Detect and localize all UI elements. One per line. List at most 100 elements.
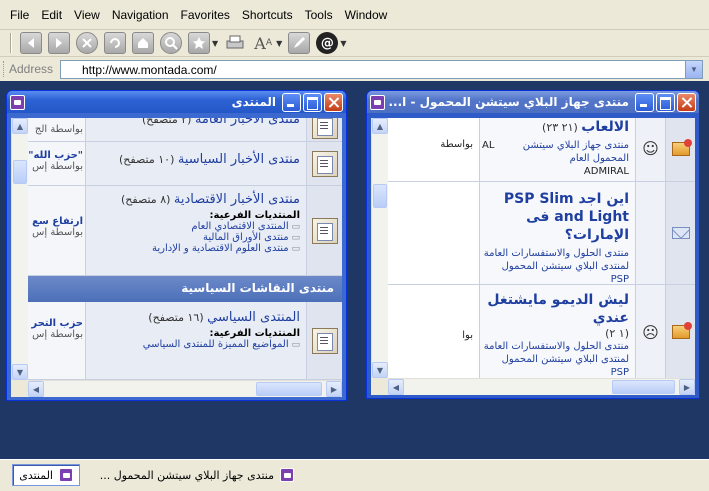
scroll-right-icon[interactable]: ▶ [679, 379, 695, 395]
menu-shortcuts[interactable]: Shortcuts [236, 8, 299, 22]
close-button[interactable] [677, 92, 696, 112]
forum-row[interactable]: ارتفاع سع بواسطة إس منتدى الأخبار الاقتص… [28, 186, 342, 276]
forum-row[interactable]: حزب التحر بواسطة إس المنتدى السياسي (١٦ … [28, 302, 342, 380]
last-post-cell: ارتفاع سع بواسطة إس [28, 186, 86, 275]
taskbar-item-forum[interactable]: المنتدى [12, 464, 80, 486]
maximize-button[interactable] [656, 92, 675, 112]
subforum-link[interactable]: المنتدى الاقتصادي العام [90, 221, 300, 232]
last-post-by: بواسطة الج [34, 124, 83, 135]
scroll-left-icon[interactable]: ◀ [388, 379, 404, 395]
forum-list: بواسطة الج منتدى الأخبار العامة (٢ متصفح… [28, 118, 342, 380]
topic-forum-link[interactable]: AL منتدى جهاز البلاي سيتشن المحمول العام [482, 139, 629, 165]
last-post-cell: بوا [388, 285, 480, 378]
vertical-scrollbar[interactable]: ▲ ▼ [371, 118, 388, 378]
scroll-thumb[interactable] [612, 380, 675, 394]
mail-dropdown-icon[interactable]: ▼ [340, 39, 346, 48]
topic-title[interactable]: الالعاب [581, 119, 629, 135]
taskbar-item-psp-forum[interactable]: منتدى جهاز البلاي سيتشن المحمول ... [90, 464, 300, 486]
topic-pages[interactable]: (١ ٢) [482, 327, 629, 340]
scroll-up-icon[interactable]: ▲ [12, 118, 28, 134]
forum-title[interactable]: منتدى الأخبار السياسية [178, 152, 300, 167]
forum-title[interactable]: منتدى الأخبار الاقتصادية [174, 192, 300, 207]
text-size-icon[interactable]: AA [252, 32, 274, 54]
forum-window-titlebar[interactable]: المنتدى [7, 91, 346, 113]
forum-row[interactable]: "حزب الله" بواسطة إس منتدى الأخبار السيا… [28, 142, 342, 186]
forum-icon [311, 150, 338, 177]
topic-info-cell: اين اجد PSP Slim and Light فى الإمارات؟ … [480, 182, 635, 284]
subforum-link[interactable]: منتدى الأوراق المالية [90, 232, 300, 243]
subforum-link[interactable]: المواضيع المميزة للمنتدى السياسي [90, 339, 300, 350]
topic-title[interactable]: ليش الديمو مايشتغل عندي [482, 291, 629, 327]
last-post-by: بواسطة إس [32, 161, 83, 172]
address-dropdown-icon[interactable]: ▼ [685, 61, 702, 78]
forum-icon [311, 327, 338, 354]
topic-status-cell [665, 118, 695, 181]
scroll-up-icon[interactable]: ▲ [372, 118, 388, 134]
topic-forum-link[interactable]: منتدى الحلول والاستفسارات العامة لمنتدى … [482, 340, 629, 378]
forum-icon-cell [306, 302, 342, 379]
scroll-thumb[interactable] [373, 184, 387, 208]
back-icon[interactable] [20, 32, 42, 54]
topic-author[interactable]: ADMIRAL [482, 165, 629, 178]
search-icon[interactable] [160, 32, 182, 54]
topic-pages[interactable]: (٢١ ٢٣) [542, 121, 578, 134]
horizontal-scrollbar[interactable]: ◀ ▶ [388, 378, 695, 395]
home-icon[interactable] [132, 32, 154, 54]
topic-status-cell [665, 182, 695, 284]
menu-navigation[interactable]: Navigation [106, 8, 175, 22]
scroll-right-icon[interactable]: ▶ [326, 381, 342, 397]
forum-window-content: ▲ ▼ بواسطة الج منتدى الأخبار العامة (٢ م… [11, 118, 342, 397]
scroll-corner [371, 378, 388, 395]
scroll-thumb[interactable] [256, 382, 322, 396]
menu-view[interactable]: View [68, 8, 106, 22]
forum-title[interactable]: المنتدى السياسي [207, 310, 300, 325]
topic-row[interactable]: بوا ليش الديمو مايشتغل عندي (١ ٢) منتدى … [388, 285, 695, 378]
app-icon [10, 94, 25, 110]
topic-forum-link[interactable]: منتدى الحلول والاستفسارات العامة لمنتدى … [482, 247, 629, 284]
topic-row[interactable]: بواسطة الالعاب (٢١ ٢٣) AL منتدى جهاز البل… [388, 118, 695, 182]
scroll-down-icon[interactable]: ▼ [12, 364, 28, 380]
favorites-star-icon[interactable] [188, 32, 210, 54]
menu-tools[interactable]: Tools [299, 8, 339, 22]
topic-row[interactable]: اين اجد PSP Slim and Light فى الإمارات؟ … [388, 182, 695, 285]
favorites-dropdown-icon[interactable]: ▼ [212, 39, 218, 48]
menu-file[interactable]: File [4, 8, 35, 22]
forum-icon-cell [306, 186, 342, 275]
vertical-scrollbar[interactable]: ▲ ▼ [11, 118, 28, 380]
last-post-title[interactable]: "حزب الله" [28, 150, 85, 161]
minimize-button[interactable] [282, 92, 301, 112]
window-taskbar: المنتدى منتدى جهاز البلاي سيتشن المحمول … [0, 459, 709, 491]
stop-icon[interactable] [76, 32, 98, 54]
edit-page-icon[interactable] [288, 32, 311, 54]
scroll-corner [11, 380, 28, 397]
last-post-title[interactable]: ارتفاع سع [28, 216, 85, 227]
maximize-button[interactable] [303, 92, 322, 112]
last-post-title[interactable]: حزب التحر [28, 318, 85, 329]
minimize-button[interactable] [635, 92, 654, 112]
mail-at-icon[interactable]: @ [316, 32, 339, 54]
scroll-thumb[interactable] [13, 160, 27, 184]
psp-window-titlebar[interactable]: منتدى جهاز البلاي سيتشن المحمول - ا... [367, 91, 699, 113]
close-button[interactable] [324, 92, 343, 112]
forum-window[interactable]: المنتدى ▲ ▼ بواسطة الج منتدى الأخبار الع… [6, 90, 347, 401]
print-icon[interactable] [224, 32, 246, 54]
refresh-icon[interactable] [104, 32, 126, 54]
forum-row[interactable]: بواسطة الج منتدى الأخبار العامة (٢ متصفح… [28, 118, 342, 142]
scroll-down-icon[interactable]: ▼ [372, 362, 388, 378]
menu-edit[interactable]: Edit [35, 8, 68, 22]
scroll-left-icon[interactable]: ◀ [28, 381, 44, 397]
address-bar: Address http://www.montada.com/ ▼ [0, 56, 709, 80]
psp-forum-window[interactable]: منتدى جهاز البلاي سيتشن المحمول - ا... ▲… [366, 90, 700, 399]
text-size-dropdown-icon[interactable]: ▼ [276, 39, 282, 48]
horizontal-scrollbar[interactable]: ◀ ▶ [28, 380, 342, 397]
subforum-link[interactable]: منتدى العلوم الاقتصادية و الإدارية [90, 243, 300, 254]
last-post-cell: بواسطة الج [28, 118, 86, 141]
forward-icon[interactable] [48, 32, 70, 54]
forum-title[interactable]: منتدى الأخبار العامة [195, 118, 300, 127]
topic-title[interactable]: اين اجد PSP Slim and Light فى الإمارات؟ [482, 190, 629, 244]
menu-favorites[interactable]: Favorites [175, 8, 236, 22]
menu-window[interactable]: Window [339, 8, 394, 22]
psp-window-content: ▲ ▼ بواسطة الالعاب (٢١ ٢٣) AL منتدى جهاز … [371, 118, 695, 395]
address-input[interactable]: http://www.montada.com/ ▼ [60, 60, 703, 79]
category-header[interactable]: منتدى النقاشات السياسية [28, 276, 342, 302]
